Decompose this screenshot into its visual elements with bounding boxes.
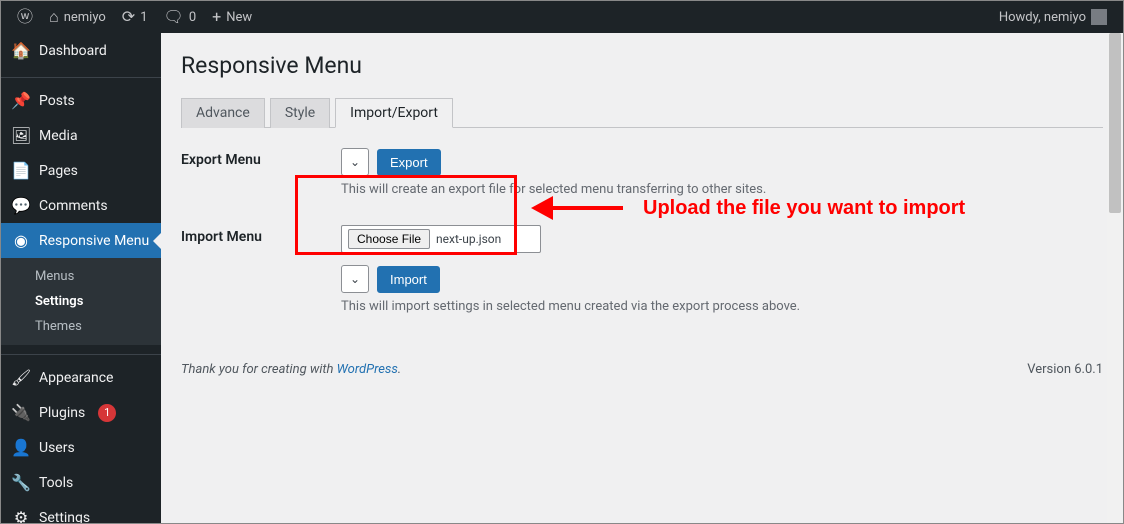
tabs: Advance Style Import/Export (181, 97, 1103, 128)
export-description: This will create an export file for sele… (341, 182, 1103, 197)
plus-icon: + (212, 9, 221, 25)
chevron-down-icon: ⌄ (350, 272, 360, 286)
plugin-icon: 🔌 (11, 403, 31, 422)
menu-responsive-menu[interactable]: ◉Responsive Menu (1, 223, 161, 258)
export-button[interactable]: Export (377, 149, 441, 176)
import-label: Import Menu (181, 225, 341, 314)
menu-tools[interactable]: 🔧Tools (1, 465, 161, 500)
menu-posts[interactable]: 📌Posts (1, 83, 161, 118)
howdy-text: Howdy, nemiyo (999, 10, 1086, 25)
content-area: Responsive Menu Advance Style Import/Exp… (161, 33, 1123, 523)
footer-thanks: Thank you for creating with WordPress. (181, 362, 401, 377)
import-button[interactable]: Import (377, 266, 440, 293)
arrow-head-icon (531, 196, 553, 220)
export-row: Export Menu ⌄ Export This will create an… (181, 148, 1103, 197)
export-label: Export Menu (181, 148, 341, 197)
import-description: This will import settings in selected me… (341, 299, 1103, 314)
wordpress-link[interactable]: WordPress (337, 362, 398, 377)
annotation-text: Upload the file you want to import (643, 197, 965, 220)
page-title: Responsive Menu (181, 43, 1103, 83)
page-icon: 📄 (11, 161, 31, 180)
new-label: New (226, 10, 252, 25)
submenu-responsive-menu: Menus Settings Themes (1, 258, 161, 345)
export-menu-select[interactable]: ⌄ (341, 148, 369, 176)
arrow-line (553, 206, 623, 210)
menu-appearance[interactable]: 🖌Appearance (1, 360, 161, 395)
new-content-link[interactable]: + New (204, 1, 260, 33)
wp-version: Version 6.0.1 (1027, 362, 1103, 377)
annotation-arrow: Upload the file you want to import (531, 196, 965, 220)
plugins-badge: 1 (98, 404, 116, 422)
comments-icon: 💬 (11, 196, 31, 215)
submenu-menus[interactable]: Menus (1, 264, 161, 289)
account-link[interactable]: Howdy, nemiyo (991, 1, 1115, 33)
updates-link[interactable]: ⟳1 (114, 1, 156, 33)
dashboard-icon: 🏠 (11, 41, 31, 60)
avatar (1091, 9, 1107, 25)
comment-icon: 🗨 (164, 9, 184, 25)
updates-count: 1 (140, 10, 147, 25)
menu-comments[interactable]: 💬Comments (1, 188, 161, 223)
wrench-icon: 🔧 (11, 473, 31, 492)
pin-icon: 📌 (11, 91, 31, 110)
chevron-down-icon: ⌄ (350, 155, 360, 169)
home-icon: ⌂ (49, 9, 59, 25)
scrollbar[interactable] (1107, 33, 1123, 523)
wordpress-icon: ⓦ (17, 9, 33, 25)
site-name: nemiyo (64, 10, 106, 25)
import-row: Import Menu Choose File next-up.json ⌄ I… (181, 225, 1103, 314)
tab-import-export[interactable]: Import/Export (335, 98, 453, 128)
submenu-settings[interactable]: Settings (1, 289, 161, 314)
comments-count: 0 (189, 10, 196, 25)
comments-link[interactable]: 🗨0 (156, 1, 205, 33)
wp-logo[interactable]: ⓦ (9, 1, 41, 33)
menu-plugins[interactable]: 🔌Plugins1 (1, 395, 161, 430)
selected-filename: next-up.json (436, 232, 501, 246)
sliders-icon: ⚙ (11, 508, 31, 523)
media-icon: 🖼 (11, 126, 31, 145)
menu-dashboard[interactable]: 🏠Dashboard (1, 33, 161, 68)
menu-settings[interactable]: ⚙Settings (1, 500, 161, 523)
site-name-link[interactable]: ⌂ nemiyo (41, 1, 114, 33)
choose-file-button[interactable]: Choose File (348, 229, 430, 249)
user-icon: 👤 (11, 438, 31, 457)
menu-pages[interactable]: 📄Pages (1, 153, 161, 188)
brush-icon: 🖌 (11, 368, 31, 387)
menu-media[interactable]: 🖼Media (1, 118, 161, 153)
admin-footer: Thank you for creating with WordPress. V… (181, 342, 1103, 377)
import-menu-select[interactable]: ⌄ (341, 265, 369, 293)
scroll-thumb[interactable] (1109, 33, 1121, 213)
menu-separator (1, 350, 161, 355)
file-input[interactable]: Choose File next-up.json (341, 225, 541, 253)
responsive-menu-icon: ◉ (11, 231, 31, 250)
tab-advance[interactable]: Advance (181, 98, 265, 128)
refresh-icon: ⟳ (122, 9, 135, 25)
tab-style[interactable]: Style (270, 98, 330, 128)
admin-bar: ⓦ ⌂nemiyo ⟳1 🗨0 +New Howdy, nemiyo (1, 1, 1123, 33)
menu-users[interactable]: 👤Users (1, 430, 161, 465)
menu-separator (1, 73, 161, 78)
admin-sidebar: 🏠Dashboard 📌Posts 🖼Media 📄Pages 💬Comment… (1, 33, 161, 523)
submenu-themes[interactable]: Themes (1, 314, 161, 339)
